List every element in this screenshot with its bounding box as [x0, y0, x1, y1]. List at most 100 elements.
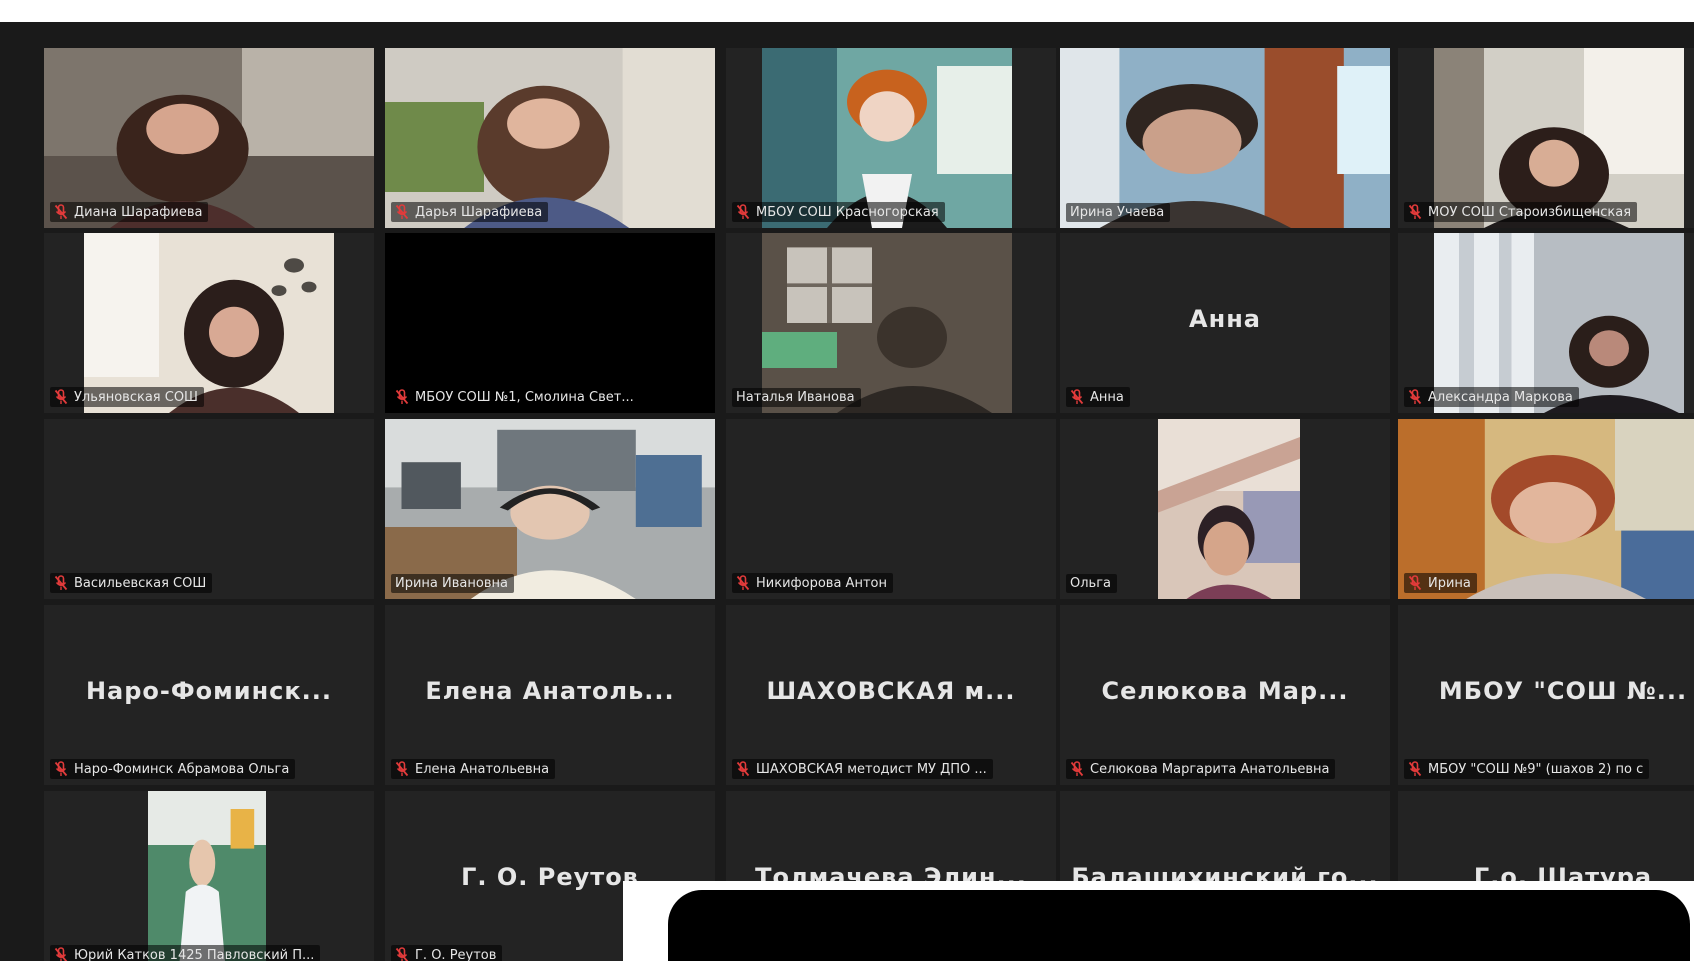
microphone-muted-icon — [1408, 761, 1422, 777]
microphone-muted-icon — [395, 389, 409, 405]
participant-tile[interactable]: Александра Маркова — [1398, 233, 1708, 413]
microphone-muted-icon — [54, 204, 68, 220]
participant-tile[interactable]: Селюкова Мар... Селюкова Маргарита Анатол… — [1060, 605, 1390, 785]
microphone-muted-icon — [1408, 575, 1422, 591]
participant-name-label: Ульяновская СОШ — [74, 389, 198, 405]
participant-tile[interactable]: МОУ СОШ Староизбищенская — [1398, 48, 1708, 228]
participant-display-name: Наро-Фоминск... — [85, 677, 333, 705]
participant-name-bar: Наро-Фоминск Абрамова Ольга — [50, 759, 296, 779]
participant-name-label: Анна — [1090, 389, 1124, 405]
participant-video — [1434, 233, 1684, 413]
participant-name-label: МБОУ "СОШ №9" (шахов 2) по с — [1428, 761, 1644, 777]
participant-name-bar: Юрий Катков 1425 Павловский П... — [50, 945, 321, 961]
microphone-muted-icon — [1070, 761, 1084, 777]
participant-tile[interactable]: Ольга — [1060, 419, 1390, 599]
microphone-muted-icon — [736, 575, 750, 591]
participant-video — [762, 48, 1012, 228]
participant-tile[interactable]: Васильевская СОШ — [44, 419, 374, 599]
overlay-black-panel — [668, 890, 1690, 961]
participant-tile[interactable]: Анна Анна — [1060, 233, 1390, 413]
participant-tile[interactable]: Наро-Фоминск... Наро-Фоминск Абрамова Оль… — [44, 605, 374, 785]
microphone-muted-icon — [736, 204, 750, 220]
participant-name-label: Дарья Шарафиева — [415, 204, 543, 220]
participant-name-bar: Дарья Шарафиева — [391, 202, 549, 222]
participant-tile[interactable]: Наталья Иванова — [726, 233, 1056, 413]
participant-tile[interactable]: МБОУ СОШ №1, Смолина Свет... — [385, 233, 715, 413]
participant-name-bar: МОУ СОШ Староизбищенская — [1404, 202, 1638, 222]
microphone-muted-icon — [54, 947, 68, 961]
participant-video — [762, 233, 1012, 413]
participant-name-label: Диана Шарафиева — [74, 204, 203, 220]
participant-name-bar: Ирина Учаева — [1066, 203, 1171, 222]
participant-tile[interactable]: Никифорова Антон — [726, 419, 1056, 599]
microphone-muted-icon — [395, 761, 409, 777]
participant-name-label: Ирина Учаева — [1070, 205, 1165, 220]
participant-video — [1158, 419, 1300, 599]
conference-window: Диана Шарафиева Дарья Шарафиева МБОУ СОШ… — [0, 0, 1708, 961]
participant-tile[interactable]: ШАХОВСКАЯ м... ШАХОВСКАЯ методист МУ ДПО … — [726, 605, 1056, 785]
participant-name-label: Г. О. Реутов — [415, 947, 497, 961]
participant-tile[interactable]: Юрий Катков 1425 Павловский П... — [44, 791, 374, 961]
microphone-muted-icon — [54, 761, 68, 777]
participant-name-bar: Ульяновская СОШ — [50, 387, 204, 407]
participant-display-name: Елена Анатоль... — [425, 677, 675, 705]
participant-name-bar: Наталья Иванова — [732, 388, 861, 407]
participant-tile[interactable]: Ирина — [1398, 419, 1708, 599]
participant-name-label: Ирина Ивановна — [395, 576, 508, 591]
participant-tile[interactable]: МБОУ СОШ Красногорская — [726, 48, 1056, 228]
participant-name-label: Юрий Катков 1425 Павловский П... — [74, 947, 315, 961]
participant-tile[interactable]: Елена Анатоль... Елена Анатольевна — [385, 605, 715, 785]
participant-name-bar: Никифорова Антон — [732, 573, 893, 593]
microphone-muted-icon — [1408, 204, 1422, 220]
participant-tile[interactable]: Ульяновская СОШ — [44, 233, 374, 413]
participant-video — [1434, 48, 1684, 228]
participant-video — [148, 791, 266, 961]
participant-name-bar: Г. О. Реутов — [391, 945, 503, 961]
participant-name-bar: Диана Шарафиева — [50, 202, 209, 222]
participant-video — [84, 233, 334, 413]
participant-name-bar: МБОУ СОШ №1, Смолина Свет... — [391, 387, 640, 407]
participant-name-bar: Васильевская СОШ — [50, 573, 213, 593]
microphone-muted-icon — [54, 575, 68, 591]
participant-name-bar: Елена Анатольевна — [391, 759, 556, 779]
participant-video — [1060, 48, 1390, 228]
participant-name-bar: Селюкова Маргарита Анатольевна — [1066, 759, 1336, 779]
participant-name-label: Васильевская СОШ — [74, 575, 207, 591]
participant-name-label: Елена Анатольевна — [415, 761, 550, 777]
participant-display-name: ШАХОВСКАЯ м... — [766, 677, 1016, 705]
participant-name-bar: ШАХОВСКАЯ методист МУ ДПО ... — [732, 759, 993, 779]
participant-name-label: Никифорова Антон — [756, 575, 887, 591]
participant-display-name: МБОУ "СОШ №... — [1438, 677, 1688, 705]
right-border — [1694, 0, 1708, 961]
participant-name-bar: МБОУ СОШ Красногорская — [732, 202, 945, 222]
participant-name-bar: Ольга — [1066, 574, 1117, 593]
microphone-muted-icon — [54, 389, 68, 405]
participant-name-label: Александра Маркова — [1428, 389, 1573, 405]
participant-name-label: Ольга — [1070, 576, 1111, 591]
microphone-muted-icon — [736, 761, 750, 777]
microphone-muted-icon — [395, 204, 409, 220]
participant-name-label: ШАХОВСКАЯ методист МУ ДПО ... — [756, 761, 987, 777]
participant-name-label: Наро-Фоминск Абрамова Ольга — [74, 761, 290, 777]
participant-name-label: Наталья Иванова — [736, 390, 855, 405]
participant-video — [1398, 419, 1708, 599]
participant-name-label: Ирина — [1428, 575, 1471, 591]
gallery-view: Диана Шарафиева Дарья Шарафиева МБОУ СОШ… — [0, 22, 1708, 961]
participant-name-label: МБОУ СОШ №1, Смолина Свет... — [415, 389, 634, 405]
participant-name-label: МОУ СОШ Староизбищенская — [1428, 204, 1632, 220]
participant-display-name: Селюкова Мар... — [1101, 677, 1349, 705]
participant-display-name: Анна — [1189, 305, 1261, 333]
participant-name-label: Селюкова Маргарита Анатольевна — [1090, 761, 1330, 777]
participant-video — [385, 233, 715, 413]
participant-tile[interactable]: Дарья Шарафиева — [385, 48, 715, 228]
participant-tile[interactable]: Ирина Учаева — [1060, 48, 1390, 228]
microphone-muted-icon — [395, 947, 409, 961]
participant-video — [44, 48, 374, 228]
participant-video — [385, 419, 715, 599]
participant-tile[interactable]: МБОУ "СОШ №... МБОУ "СОШ №9" (шахов 2) по… — [1398, 605, 1708, 785]
participant-name-bar: Анна — [1066, 387, 1130, 407]
participant-tile[interactable]: Диана Шарафиева — [44, 48, 374, 228]
participant-name-bar: МБОУ "СОШ №9" (шахов 2) по с — [1404, 759, 1650, 779]
participant-tile[interactable]: Ирина Ивановна — [385, 419, 715, 599]
microphone-muted-icon — [1070, 389, 1084, 405]
